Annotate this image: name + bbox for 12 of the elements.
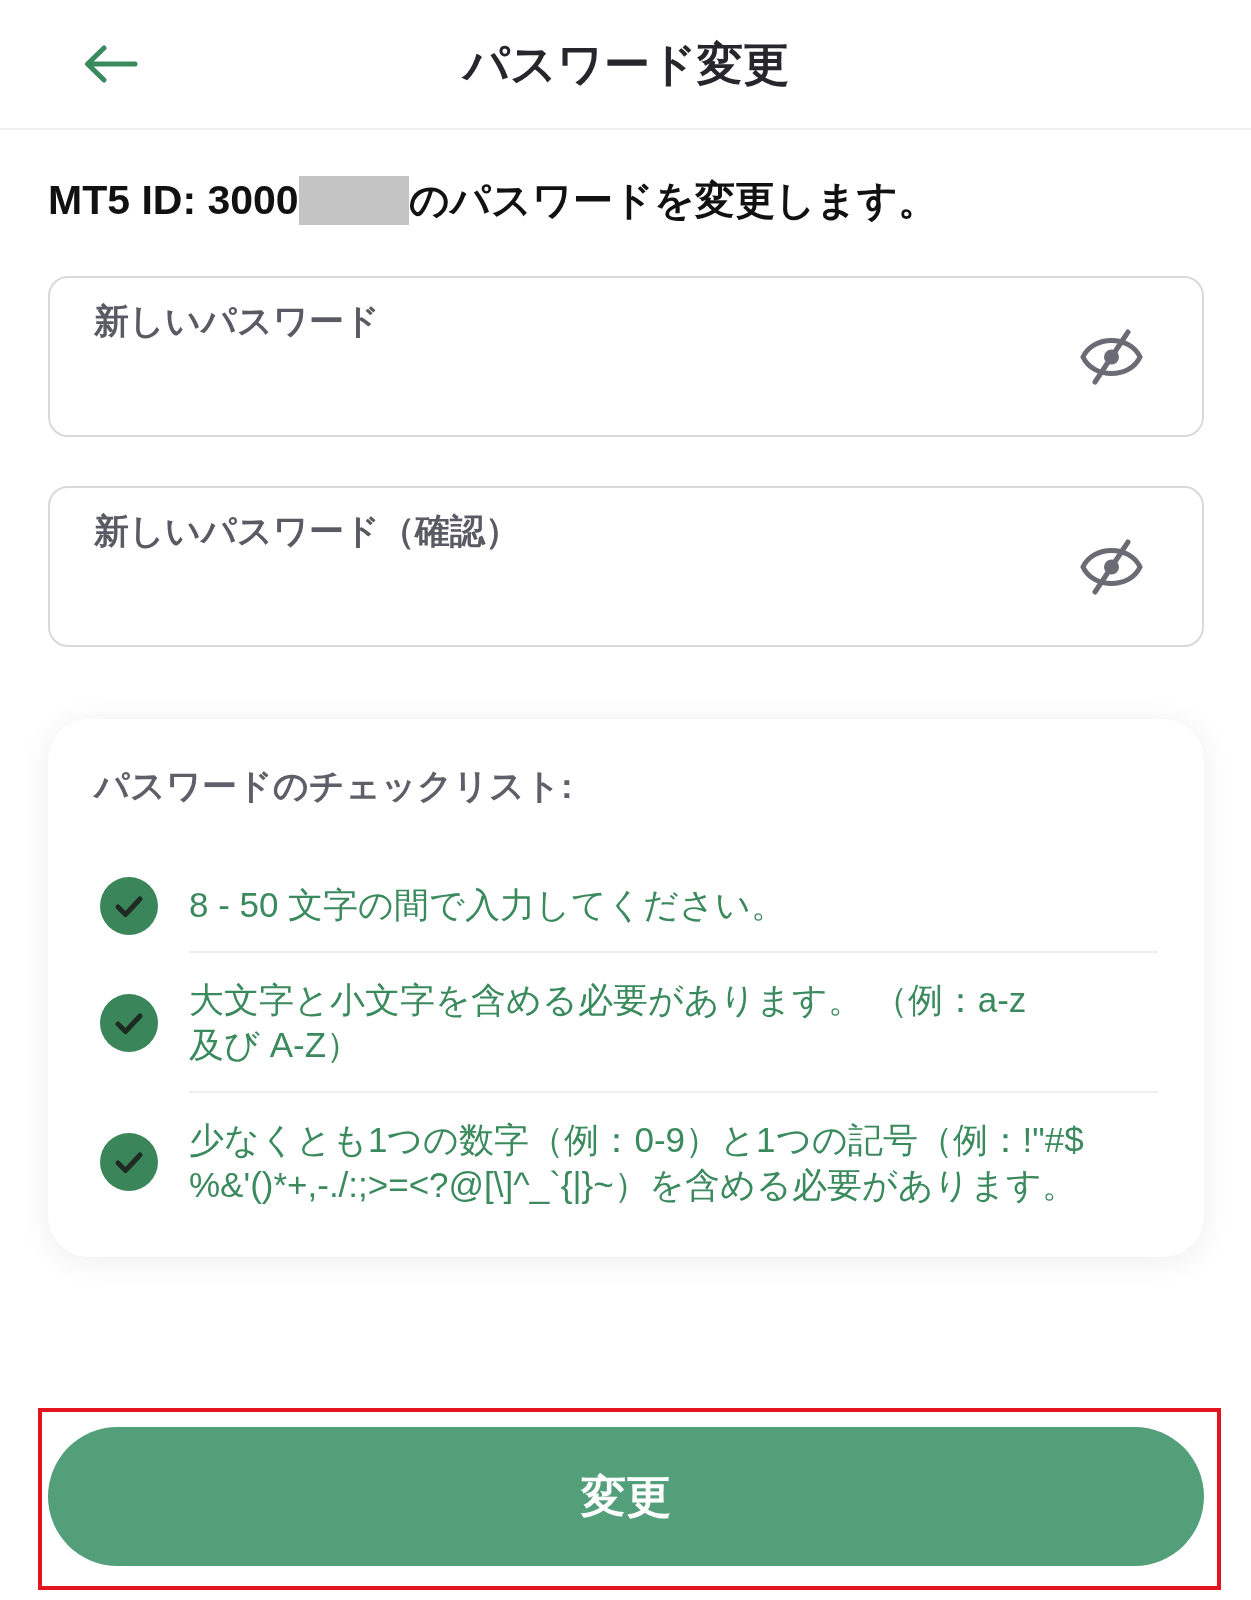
instruction-text: のパスワードを変更します。	[408, 177, 938, 224]
back-arrow-icon[interactable]	[84, 45, 138, 83]
account-id-text: MT5 ID: 3000	[48, 176, 299, 225]
checklist-item-text: 少なくとも1つの数字（例：0-9）と1つの記号（例：!"#$ %&'()*+,-./:;>=<?@[\]^_`{|}~）を含める必要があります。	[189, 1119, 1085, 1206]
eye-off-icon[interactable]	[1079, 328, 1144, 385]
checklist-item-text: 大文字と小文字を含める必要があります。 （例：a-z 及び A-Z）	[189, 979, 1028, 1066]
eye-off-icon[interactable]	[1079, 538, 1144, 595]
page-title: パスワード変更	[462, 37, 789, 92]
checklist-title: パスワードのチェックリスト:	[94, 765, 574, 807]
password-field[interactable]: 新しいパスワード（確認）	[48, 486, 1204, 647]
checklist-item-text: 8 - 50 文字の間で入力してください。	[189, 884, 788, 926]
password-field[interactable]: 新しいパスワード	[48, 276, 1204, 437]
